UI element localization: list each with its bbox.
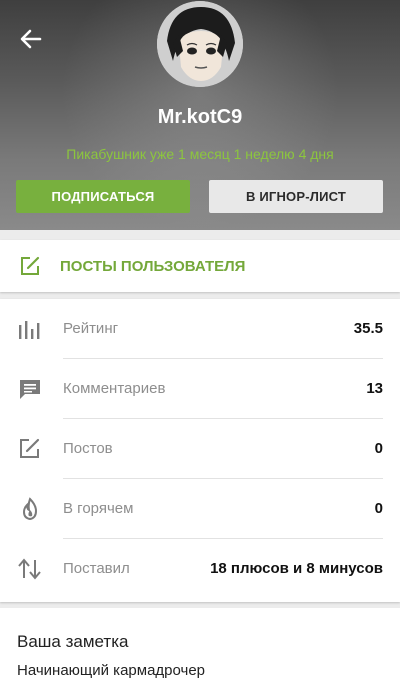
note-text: Начинающий кармадрочер: [17, 662, 206, 679]
edit-post-icon: [21, 256, 40, 275]
user-posts-label: ПОСТЫ ПОЛЬЗОВАТЕЛЯ: [60, 257, 246, 275]
stat-label: Рейтинг: [63, 320, 119, 337]
stat-row-votes: Поставил 18 плюсов и 8 минусов: [0, 539, 400, 599]
stat-row-hot: В горячем 0: [0, 479, 400, 539]
avatar[interactable]: [157, 1, 243, 87]
comment-icon: [20, 380, 40, 399]
user-posts-link[interactable]: ПОСТЫ ПОЛЬЗОВАТЕЛЯ: [0, 240, 400, 292]
stat-label: Комментариев: [63, 380, 166, 397]
sort-arrows-icon: [18, 558, 41, 580]
note-card[interactable]: Ваша заметка Начинающий кармадрочер: [0, 608, 400, 692]
stat-row-comments: Комментариев 13: [0, 359, 400, 419]
username: Mr.kotC9: [157, 106, 243, 128]
ignore-list-button[interactable]: В ИГНОР-ЛИСТ: [209, 180, 383, 213]
stat-label: Постов: [63, 440, 113, 457]
subscribe-button[interactable]: ПОДПИСАТЬСЯ: [16, 180, 190, 213]
profile-header: Mr.kotC9 Пикабушник уже 1 месяц 1 неделю…: [0, 0, 400, 230]
stats-card: Рейтинг 35.5 Комментариев 13 Постов 0 В …: [0, 299, 400, 602]
stat-value: 13: [366, 380, 383, 397]
stat-value: 0: [374, 500, 383, 517]
fire-icon: [22, 497, 38, 521]
stat-row-posts: Постов 0: [0, 419, 400, 479]
stat-label: В горячем: [63, 500, 134, 517]
tenure-text: Пикабушник уже 1 месяц 1 неделю 4 дня: [66, 146, 334, 162]
stat-value: 35.5: [353, 320, 383, 337]
stat-row-rating: Рейтинг 35.5: [0, 299, 400, 359]
stat-value: 0: [374, 440, 383, 457]
stat-value: 18 плюсов и 8 минусов: [210, 560, 383, 577]
note-title: Ваша заметка: [17, 632, 129, 651]
back-arrow-icon[interactable]: [18, 26, 44, 52]
stat-label: Поставил: [63, 560, 130, 577]
edit-post-icon: [20, 438, 40, 458]
rating-bars-icon: [19, 321, 40, 339]
